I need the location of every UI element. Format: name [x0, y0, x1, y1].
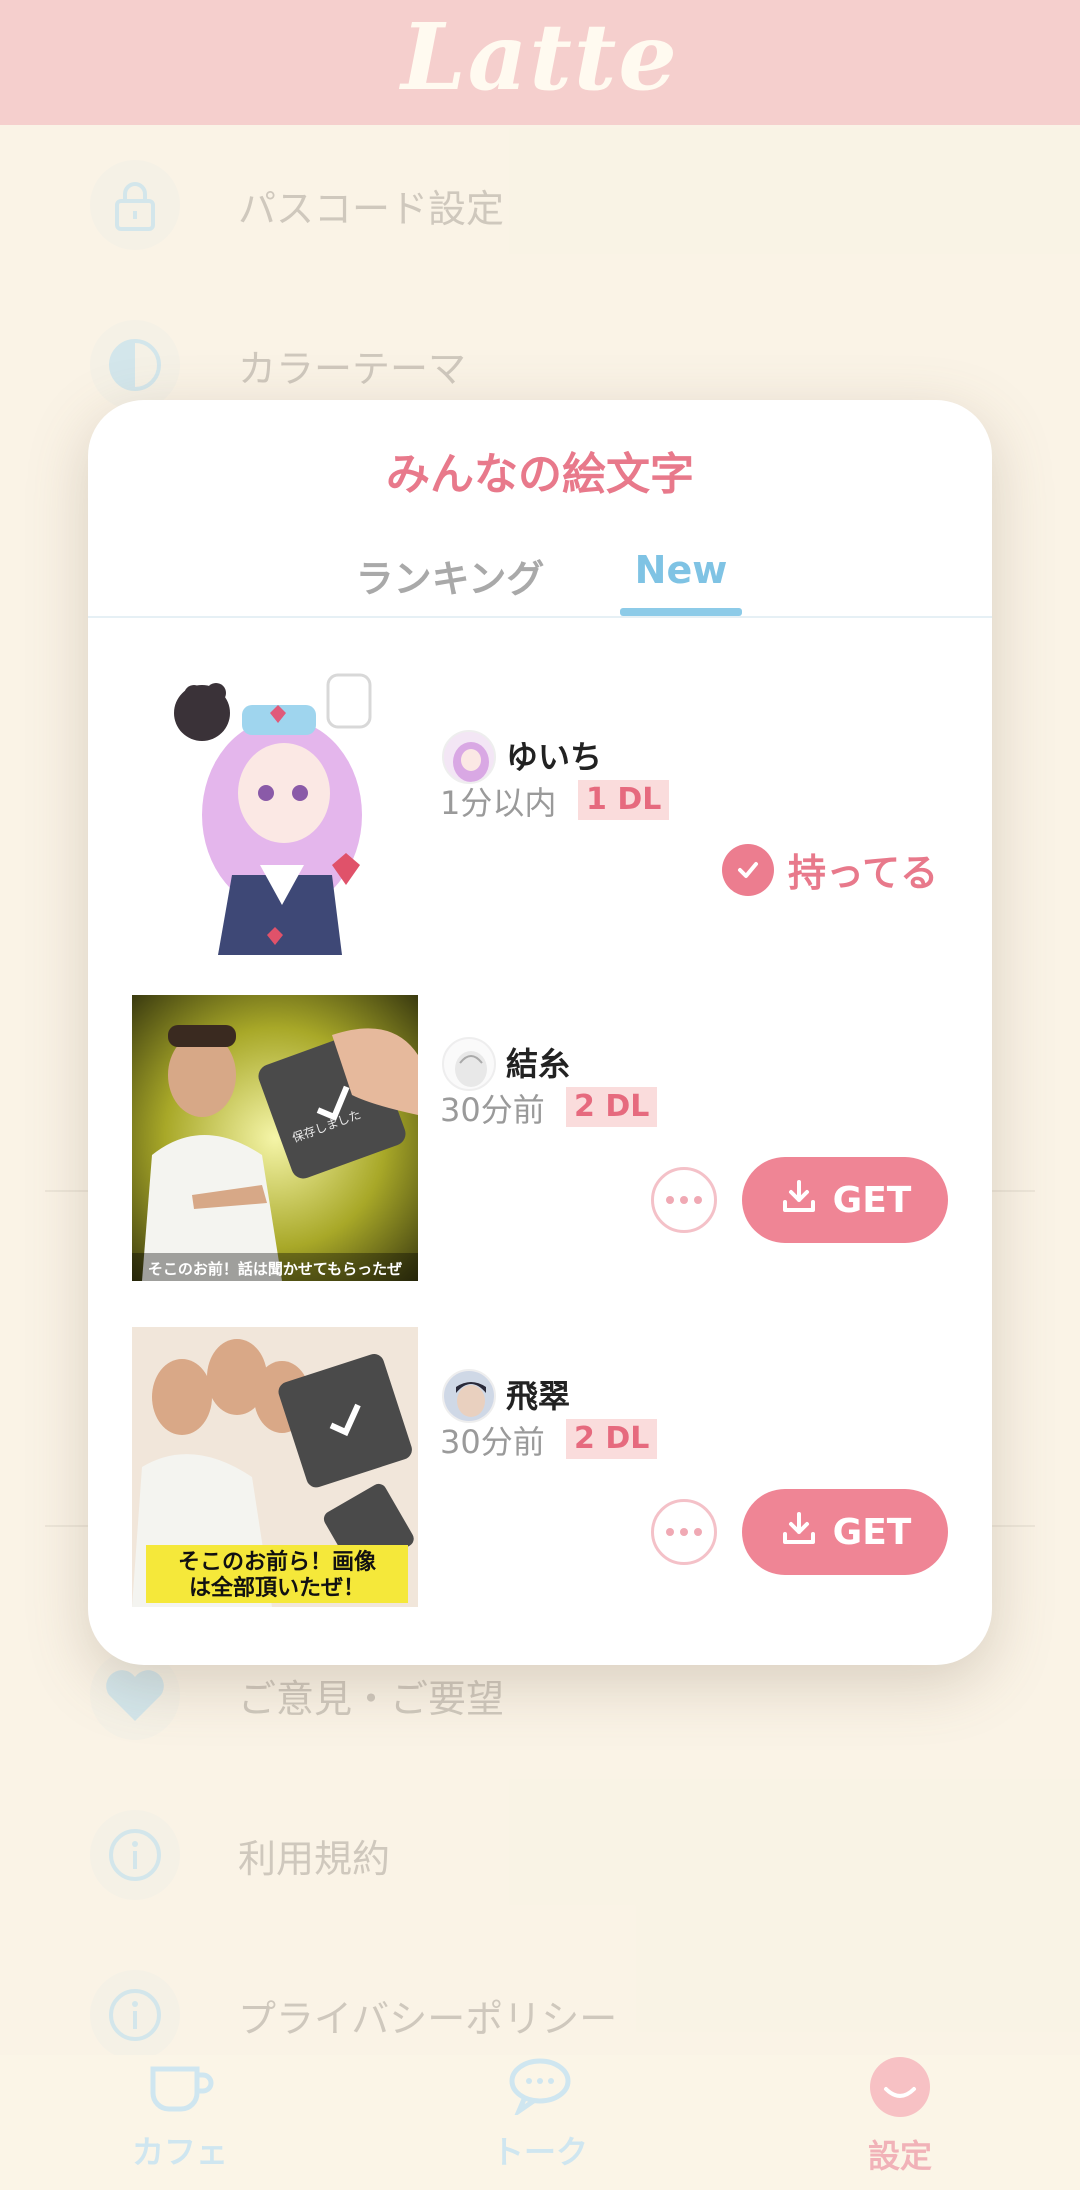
nav-item-talk[interactable]: トーク	[440, 2055, 640, 2190]
more-options-button[interactable]	[651, 1499, 717, 1565]
smile-face-icon	[868, 2055, 932, 2123]
get-button[interactable]: GET	[742, 1157, 948, 1243]
nav-item-cafe[interactable]: カフェ	[80, 2055, 280, 2190]
tab-ranking[interactable]: ランキング	[350, 540, 550, 618]
cup-icon	[145, 2055, 215, 2119]
dot	[694, 1196, 702, 1204]
dot	[666, 1196, 674, 1204]
modal-title: みんなの絵文字	[386, 449, 694, 500]
dot	[666, 1528, 674, 1536]
avatar[interactable]	[442, 730, 496, 784]
dot	[680, 1196, 688, 1204]
check-icon	[722, 843, 774, 896]
thumbnail-caption-line: は全部頂いたぜ！	[189, 1575, 365, 1601]
username[interactable]: 結糸	[506, 1039, 570, 1085]
tab-new[interactable]: New	[620, 540, 742, 618]
time-ago: 1分以内	[440, 784, 557, 822]
dot	[680, 1528, 688, 1536]
chat-bubble-icon	[505, 2055, 575, 2119]
owned-label: 持ってる	[788, 851, 939, 895]
emoji-thumbnail[interactable]	[132, 665, 418, 955]
tab-bar: ランキング New	[88, 540, 992, 618]
get-label: GET	[832, 1179, 912, 1221]
download-icon	[779, 1508, 819, 1557]
dot	[694, 1528, 702, 1536]
avatar[interactable]	[442, 1369, 496, 1423]
download-count-badge: 2 DL	[566, 1419, 658, 1459]
emoji-thumbnail[interactable]: そこのお前！話は聞かせてもらったぜ 保存しました	[132, 995, 418, 1281]
more-options-button[interactable]	[651, 1167, 717, 1233]
emoji-thumbnail[interactable]: そこのお前ら！画像 は全部頂いたぜ！	[132, 1327, 418, 1607]
time-ago: 30分前	[440, 1091, 545, 1129]
nav-item-settings[interactable]: 設定	[800, 2055, 1000, 2190]
time-ago: 30分前	[440, 1423, 545, 1461]
download-count-badge: 2 DL	[566, 1087, 658, 1127]
username[interactable]: 飛翠	[506, 1371, 570, 1417]
list-item: そこのお前ら！画像 は全部頂いたぜ！ 飛翠 30分前 2 DL GET	[88, 1327, 992, 1647]
owned-indicator: 持ってる	[722, 842, 938, 897]
nav-label: トーク	[491, 2133, 588, 2171]
nav-label: カフェ	[131, 2133, 228, 2171]
list-item: そこのお前！話は聞かせてもらったぜ 保存しました 結糸 30分前 2 DL GE…	[88, 995, 992, 1315]
app-logo-title: Latte	[401, 2, 679, 111]
avatar[interactable]	[442, 1037, 496, 1091]
download-icon	[779, 1176, 819, 1225]
username[interactable]: ゆいち	[506, 732, 602, 778]
get-label: GET	[832, 1511, 912, 1553]
active-tab-indicator	[620, 608, 742, 616]
get-button[interactable]: GET	[742, 1489, 948, 1575]
list-item: ゆいち 1分以内 1 DL 持ってる	[88, 660, 992, 980]
thumbnail-caption-line: そこのお前ら！画像	[178, 1549, 377, 1575]
thumbnail-caption: そこのお前！話は聞かせてもらったぜ	[148, 1260, 402, 1278]
app-header: Latte	[0, 0, 1080, 125]
download-count-badge: 1 DL	[578, 780, 670, 820]
emoji-modal: みんなの絵文字 ランキング New ゆいち 1分以内 1 DL 持ってる そこの…	[88, 400, 992, 1665]
nav-label: 設定	[867, 2137, 932, 2175]
bottom-nav: カフェ トーク 設定	[0, 2055, 1080, 2190]
